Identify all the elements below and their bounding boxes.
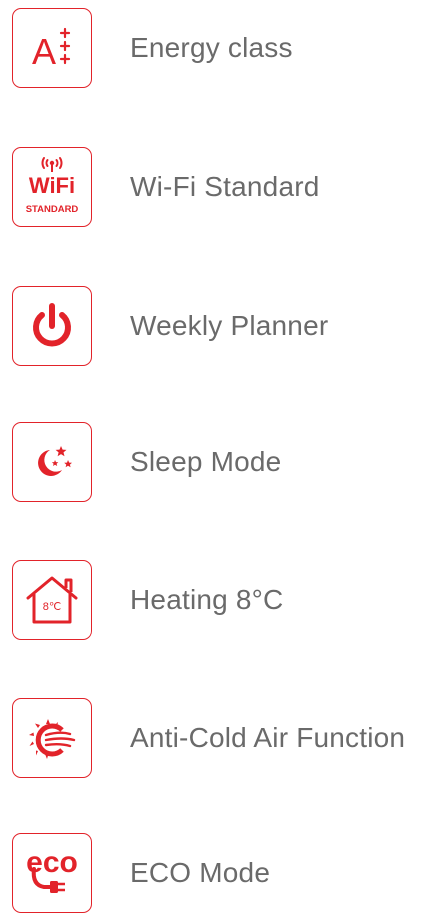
svg-text:STANDARD: STANDARD: [26, 204, 79, 215]
feature-label: Sleep Mode: [130, 446, 282, 477]
feature-label: Weekly Planner: [130, 310, 329, 341]
svg-text:WiFi: WiFi: [29, 173, 75, 198]
feature-sleep-mode: Sleep Mode: [12, 421, 442, 503]
svg-text:8℃: 8℃: [43, 601, 61, 613]
eco-plug-icon: eco: [12, 833, 92, 913]
feature-label: ECO Mode: [130, 857, 271, 888]
feature-energy-class: A Energy class: [12, 7, 442, 89]
feature-label: Energy class: [130, 32, 293, 63]
power-icon: [12, 286, 92, 366]
feature-eco-mode: eco ECO Mode: [12, 832, 442, 914]
house-8c-icon: 8℃: [12, 560, 92, 640]
svg-text:A: A: [32, 31, 56, 72]
sun-wind-icon: [12, 698, 92, 778]
wifi-standard-icon: WiFi STANDARD: [12, 147, 92, 227]
feature-wifi-standard: WiFi STANDARD Wi-Fi Standard: [12, 146, 442, 228]
feature-label: Wi-Fi Standard: [130, 171, 320, 202]
feature-label: Heating 8°C: [130, 584, 284, 615]
feature-label: Anti-Cold Air Function: [130, 722, 406, 753]
feature-heating-8c: 8℃ Heating 8°C: [12, 559, 442, 641]
feature-weekly-planner: Weekly Planner: [12, 285, 442, 367]
energy-class-icon: A: [12, 8, 92, 88]
feature-anti-cold-air: Anti-Cold Air Function: [12, 697, 442, 779]
moon-stars-icon: [12, 422, 92, 502]
